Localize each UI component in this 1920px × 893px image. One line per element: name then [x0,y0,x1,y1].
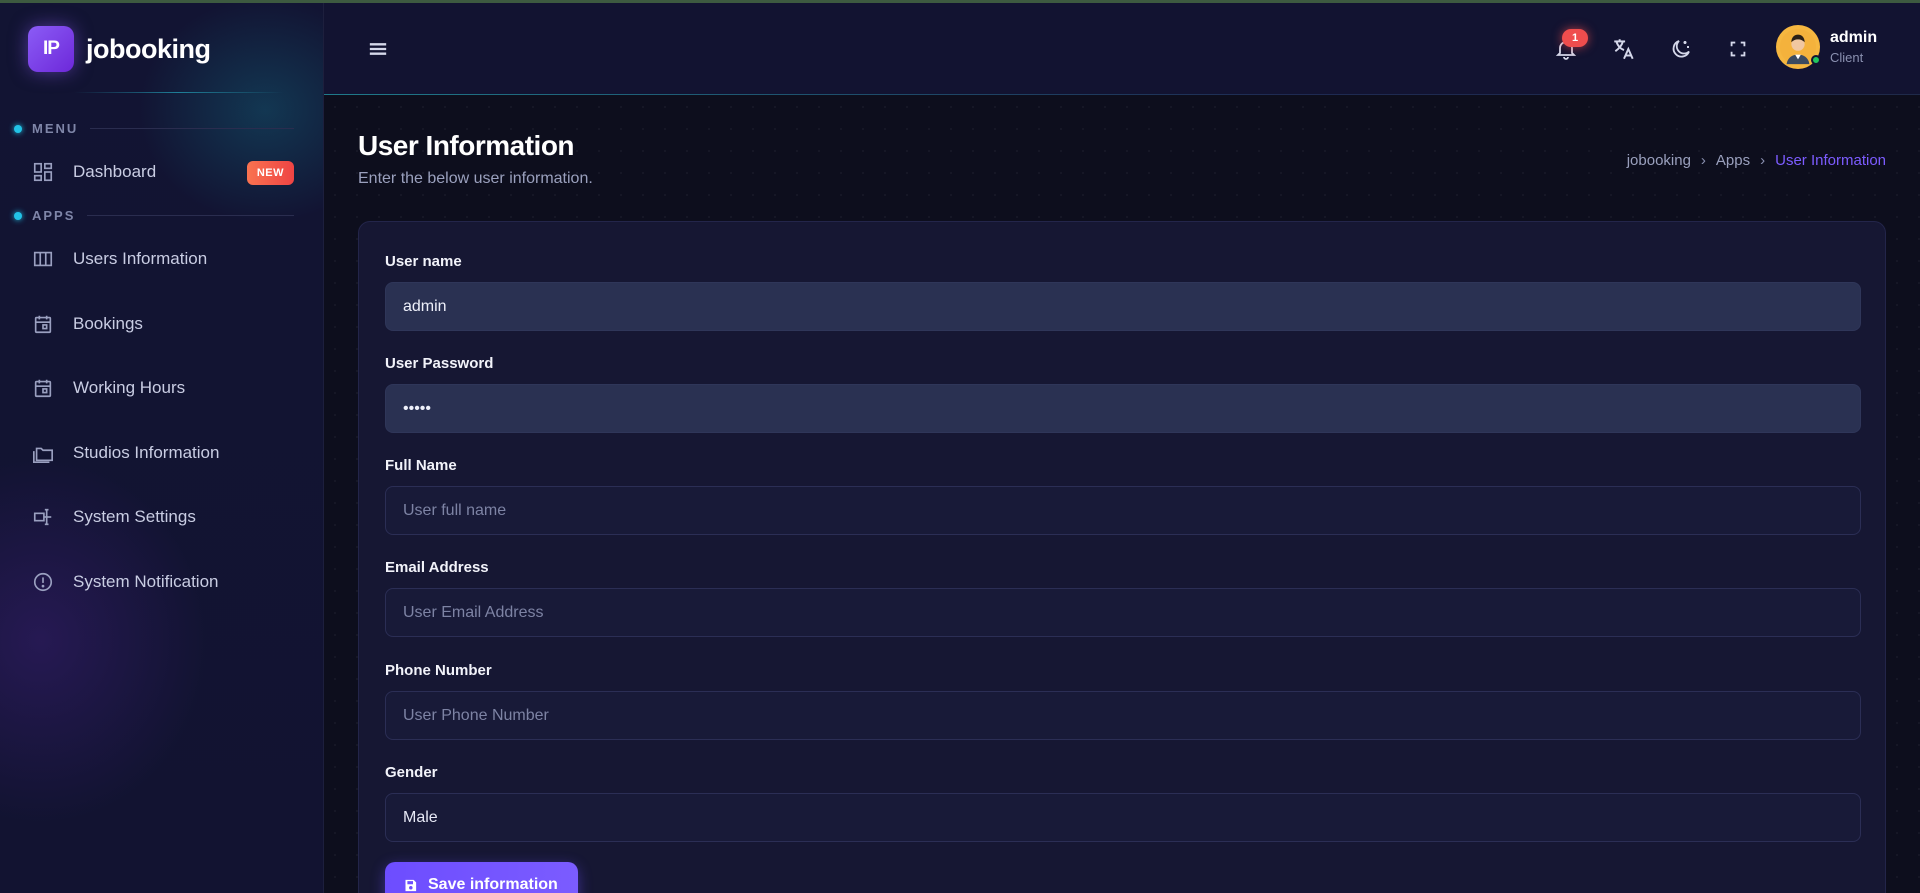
menu-toggle-button[interactable] [364,35,392,63]
section-divider [90,128,294,129]
email-label: Email Address [385,559,489,576]
user-role: Client [1830,50,1864,65]
section-dot [14,211,22,220]
sidebar-item-label: Dashboard [73,162,157,181]
calendar-icon [30,375,56,401]
brand[interactable]: IP jobooking [28,26,211,72]
notification-count-badge: 1 [1562,29,1588,47]
sidebar-item-label: Users Information [73,249,208,268]
folders-icon [30,440,56,466]
sidebar-item-studios-information[interactable]: Studios Information [30,433,294,473]
settings-sliders-icon [30,504,56,530]
online-status-dot [1811,55,1821,65]
section-menu: MENU [14,121,294,136]
brand-name: jobooking [86,33,211,64]
dashboard-icon [30,159,56,185]
section-label: MENU [32,121,79,136]
user-menu[interactable]: admin Client [1776,25,1877,69]
username-label: User name [385,253,462,270]
table-columns-icon [30,246,56,272]
section-divider [87,215,294,216]
breadcrumb-item[interactable]: jobooking [1627,152,1691,169]
fullscreen-button[interactable] [1722,33,1754,65]
sidebar-item-users-information[interactable]: Users Information [30,239,294,279]
sidebar-item-dashboard[interactable]: Dashboard NEW [30,152,294,192]
gender-label: Gender [385,764,438,781]
new-badge: NEW [246,161,294,185]
avatar [1776,25,1821,69]
floppy-disk-icon [403,878,418,893]
password-input[interactable] [385,384,1861,433]
alert-circle-icon [30,569,56,595]
top-header: 1 admin Client [324,3,1920,95]
sidebar-item-bookings[interactable]: Bookings [30,304,294,344]
notification-button[interactable]: 1 [1550,29,1588,65]
save-information-button[interactable]: Save information [385,862,578,893]
theme-toggle-button[interactable] [1665,33,1697,65]
sidebar-item-system-settings[interactable]: System Settings [30,497,294,537]
user-form-card: User name User Password Full Name Email … [358,221,1886,893]
sidebar-item-label: Studios Information [73,443,220,462]
breadcrumb-item[interactable]: Apps [1716,152,1750,169]
chevron-right-icon: › [1760,152,1766,169]
brand-divider [74,92,284,93]
sidebar-item-working-hours[interactable]: Working Hours [30,368,294,408]
sidebar-item-label: System Notification [73,572,219,591]
translate-icon [1614,39,1634,60]
section-dot [14,124,22,133]
moon-stars-icon [1672,40,1690,58]
sidebar: IP jobooking MENU Dashboard NEW APPS Use… [0,0,324,893]
gender-selected-value: Male [403,808,438,826]
section-label: APPS [32,208,76,223]
calendar-icon [30,311,56,337]
sidebar-item-label: System Settings [73,507,196,526]
brand-logo: IP [28,26,74,72]
top-accent-bar [0,0,1920,3]
page-subtitle: Enter the below user information. [358,170,593,187]
password-label: User Password [385,355,494,372]
chevron-right-icon: › [1700,152,1706,169]
full-name-input[interactable] [385,486,1861,535]
gender-select[interactable]: Male [385,793,1861,842]
sidebar-item-system-notification[interactable]: System Notification [30,562,294,602]
sidebar-item-label: Working Hours [73,378,186,397]
username-input[interactable] [385,282,1861,331]
breadcrumb-current: User Information [1775,152,1886,169]
hamburger-icon [369,43,387,55]
full-name-label: Full Name [385,457,457,474]
fullscreen-icon [1730,41,1746,57]
sidebar-item-label: Bookings [73,314,143,333]
language-button[interactable] [1608,33,1640,65]
main-content: User Information Enter the below user in… [324,96,1920,893]
section-apps: APPS [14,208,294,223]
phone-input[interactable] [385,691,1861,740]
email-input[interactable] [385,588,1861,637]
save-button-label: Save information [428,876,558,893]
breadcrumb: jobooking › Apps › User Information [1627,152,1886,169]
user-name: admin [1830,29,1878,46]
phone-label: Phone Number [385,662,492,679]
page-title: User Information [358,130,575,161]
